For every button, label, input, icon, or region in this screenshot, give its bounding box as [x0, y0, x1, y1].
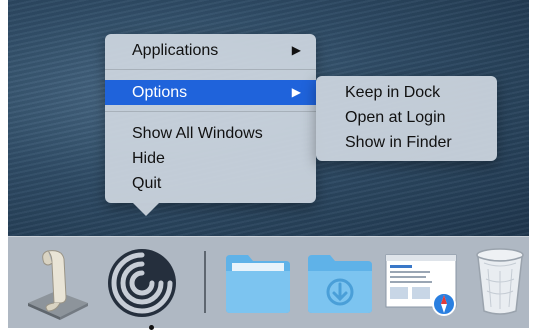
menu-item-quit[interactable]: Quit — [105, 171, 316, 196]
options-submenu: Keep in Dock Open at Login Show in Finde… — [316, 76, 497, 161]
dock — [8, 236, 529, 330]
script-editor-icon — [28, 250, 88, 320]
submenu-item-label: Keep in Dock — [345, 84, 441, 101]
running-indicator — [149, 325, 154, 330]
menu-separator — [105, 69, 316, 70]
folder-icon — [226, 255, 290, 313]
dock-item-trash[interactable] — [474, 245, 526, 317]
trash-icon — [476, 248, 524, 315]
menu-item-options[interactable]: Options ▶ — [105, 80, 316, 105]
menu-item-label: Applications — [132, 42, 219, 59]
menu-item-applications[interactable]: Applications ▶ — [105, 38, 316, 63]
dock-item-downloads[interactable] — [304, 249, 376, 317]
menu-item-label: Quit — [132, 175, 162, 192]
menu-item-label: Show All Windows — [132, 125, 263, 142]
dock-item-spiral-app[interactable] — [106, 247, 178, 319]
safari-document-icon — [385, 254, 457, 316]
dock-context-menu: Applications ▶ Options ▶ Show All Window… — [105, 34, 316, 216]
menu-item-hide[interactable]: Hide — [105, 146, 316, 171]
menu-item-label: Options — [132, 84, 188, 101]
app-spiral-icon — [108, 249, 176, 317]
submenu-item-show-in-finder[interactable]: Show in Finder — [316, 130, 497, 155]
downloads-folder-icon — [308, 255, 372, 313]
menu-separator — [105, 111, 316, 112]
menu-item-label: Hide — [132, 150, 165, 167]
submenu-item-label: Show in Finder — [345, 134, 452, 151]
dock-item-folder[interactable] — [222, 249, 294, 317]
submenu-item-label: Open at Login — [345, 109, 446, 126]
submenu-item-keep-in-dock[interactable]: Keep in Dock — [316, 80, 497, 105]
dock-item-script-editor[interactable] — [22, 245, 98, 321]
submenu-arrow-icon: ▶ — [291, 43, 301, 57]
submenu-arrow-icon: ▶ — [291, 85, 301, 99]
submenu-item-open-at-login[interactable]: Open at Login — [316, 105, 497, 130]
menu-item-show-all-windows[interactable]: Show All Windows — [105, 121, 316, 146]
dock-item-safari-document[interactable] — [384, 249, 460, 317]
dock-divider — [204, 251, 206, 313]
